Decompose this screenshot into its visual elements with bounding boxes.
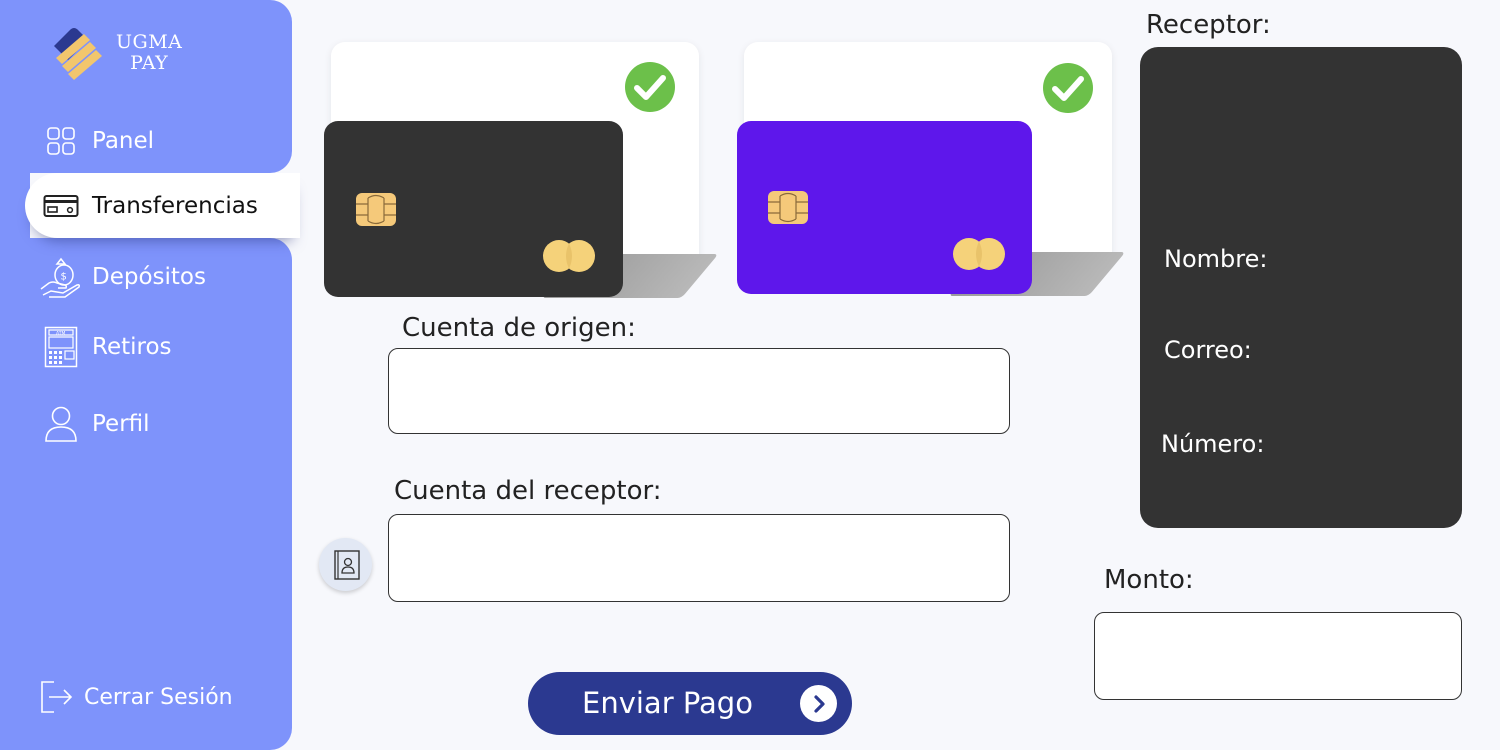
logout-label: Cerrar Sesión [84, 684, 233, 710]
sidebar-item-label: Perfil [92, 411, 150, 437]
chip-icon [768, 191, 808, 224]
receiver-title: Receptor: [1146, 10, 1271, 40]
chevron-right-icon [800, 685, 837, 722]
receiver-account-field[interactable] [388, 514, 1010, 602]
send-payment-button[interactable]: Enviar Pago [528, 672, 852, 735]
mastercard-icon [543, 240, 595, 272]
sidebar-item-perfil[interactable]: Perfil [38, 404, 150, 444]
contact-book-icon [333, 549, 360, 580]
origin-account-label: Cuenta de origen: [402, 313, 636, 343]
sidebar-item-label: Transferencias [92, 193, 258, 219]
svg-text:ATM: ATM [56, 330, 65, 336]
receiver-name-label: Nombre: [1164, 245, 1268, 273]
logo-mark-icon [54, 28, 102, 80]
card-dark[interactable] [324, 121, 623, 297]
sidebar-item-label: Panel [92, 128, 155, 154]
brand-line-2: PAY [130, 52, 169, 74]
amount-field[interactable] [1094, 612, 1462, 700]
sidebar-item-label: Retiros [92, 334, 172, 360]
receiver-info-panel: Nombre: Correo: Número: [1140, 47, 1462, 528]
sidebar-item-panel[interactable]: Panel [38, 121, 154, 161]
send-payment-label: Enviar Pago [582, 686, 753, 720]
logout-icon [38, 678, 76, 716]
svg-text:$: $ [61, 272, 67, 283]
sidebar-item-transferencias[interactable]: Transferencias [38, 186, 258, 226]
origin-account-field[interactable] [388, 348, 1010, 434]
atm-icon: ATM [38, 326, 84, 368]
receiver-account-label: Cuenta del receptor: [394, 476, 662, 506]
user-icon [38, 404, 84, 444]
receiver-number-label: Número: [1161, 430, 1265, 458]
sidebar-item-depositos[interactable]: $ Depósitos [38, 257, 206, 298]
sidebar-item-retiros[interactable]: ATM Retiros [38, 326, 172, 368]
sidebar-lower [0, 238, 292, 750]
card-purple[interactable] [737, 121, 1032, 294]
check-icon [625, 62, 675, 112]
ugma-pay-logo: UGMA PAY [50, 24, 200, 82]
mastercard-icon [953, 238, 1005, 270]
check-icon [1043, 63, 1093, 113]
credit-card-icon [38, 186, 84, 226]
contact-book-button[interactable] [319, 538, 372, 591]
chip-icon [356, 193, 396, 226]
receiver-email-label: Correo: [1164, 336, 1252, 364]
sidebar-item-label: Depósitos [92, 264, 206, 290]
transfer-page: UGMA PAY Panel Transferencias $ Depósito… [0, 0, 1500, 750]
amount-label: Monto: [1104, 565, 1194, 595]
brand-line-1: UGMA [116, 31, 183, 53]
money-bag-hand-icon: $ [38, 257, 84, 298]
grid-icon [38, 121, 84, 161]
logout-button[interactable]: Cerrar Sesión [38, 678, 233, 716]
